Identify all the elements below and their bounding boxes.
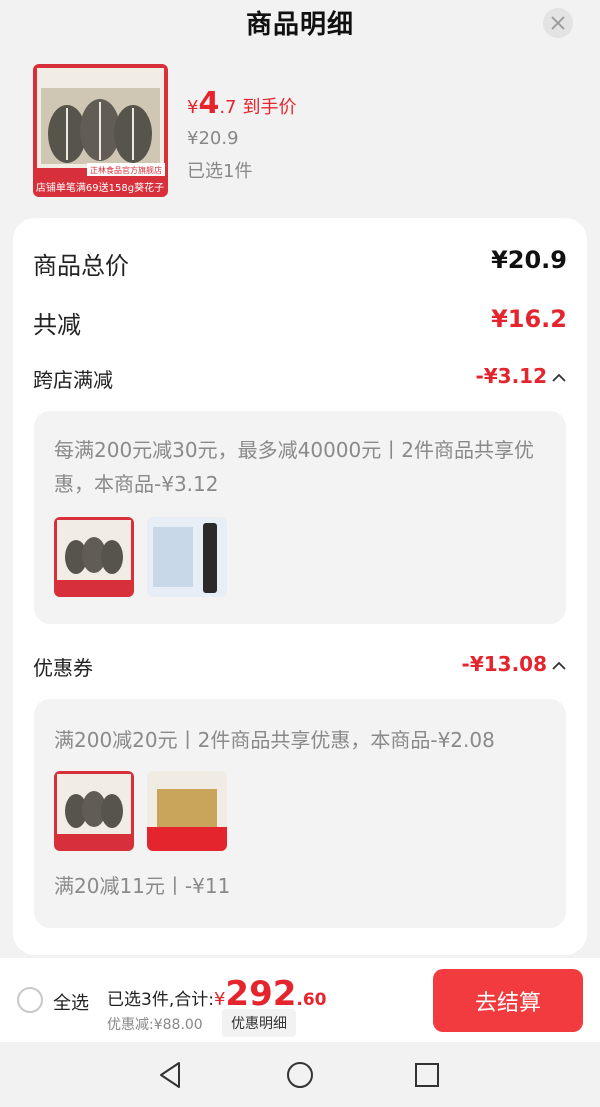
checkout-bar: 全选 已选3件,合计:¥292.60 优惠减:¥88.00 优惠明细 去结算 (0, 958, 600, 1042)
cross-store-detail: 每满200元减30元，最多减40000元丨2件商品共享优惠，本商品-¥3.12 (34, 411, 566, 624)
system-nav-bar (0, 1042, 600, 1107)
recents-icon[interactable] (410, 1058, 444, 1092)
svg-text:正林食品官方旗舰店: 正林食品官方旗舰店 (90, 165, 162, 175)
coupon-label: 优惠券 (33, 656, 93, 680)
price-detail-card: 商品总价 ¥20.9 共减 ¥16.2 跨店满减 -¥3.12 每满200元减3… (13, 218, 587, 955)
discount-detail-button[interactable]: 优惠明细 (222, 1009, 296, 1037)
close-icon (551, 16, 565, 30)
svg-text:店铺单笔满69送158g葵花子: 店铺单笔满69送158g葵花子 (36, 181, 164, 194)
total-reduce-value: ¥16.2 (491, 305, 567, 333)
total-reduce-label: 共减 (33, 311, 81, 339)
product-mini-1[interactable] (54, 771, 134, 851)
selected-total: 已选3件,合计:¥292.60 (107, 974, 327, 1014)
select-all-radio[interactable] (17, 987, 43, 1013)
home-icon[interactable] (283, 1058, 317, 1092)
product-mini-1[interactable] (54, 517, 134, 597)
total-price-value: ¥20.9 (491, 246, 567, 274)
sheet-header: 商品明细 (0, 0, 600, 50)
close-button[interactable] (543, 8, 573, 38)
coupon-value: -¥13.08 (462, 652, 567, 676)
select-all-label[interactable]: 全选 (53, 989, 89, 1015)
checkout-button[interactable]: 去结算 (433, 969, 583, 1032)
product-mini-2[interactable] (147, 517, 227, 597)
chevron-up-icon[interactable] (551, 372, 567, 384)
total-price-label: 商品总价 (33, 252, 129, 280)
original-price: ¥20.9 (187, 128, 239, 149)
coupon-desc-2: 满20减11元丨-¥11 (54, 874, 231, 898)
product-thumbnail[interactable]: 正林食品官方旗舰店 店铺单笔满69送158g葵花子 (33, 64, 168, 197)
cross-store-value: -¥3.12 (475, 364, 567, 388)
cross-store-desc: 每满200元减30元，最多减40000元丨2件商品共享优惠，本商品-¥3.12 (54, 438, 534, 496)
discount-text: 优惠减:¥88.00 (107, 1017, 203, 1033)
selected-count: 已选1件 (187, 161, 253, 182)
cross-store-label: 跨店满减 (33, 368, 113, 392)
coupon-detail: 满200减20元丨2件商品共享优惠，本商品-¥2.08 满20减11元丨-¥11 (34, 699, 566, 928)
page-title: 商品明细 (245, 10, 354, 40)
back-icon[interactable] (154, 1058, 188, 1092)
coupon-desc: 满200减20元丨2件商品共享优惠，本商品-¥2.08 (54, 728, 495, 752)
product-mini-2[interactable] (147, 771, 227, 851)
final-price: ¥4.7 到手价 (187, 86, 297, 121)
product-summary: 正林食品官方旗舰店 店铺单笔满69送158g葵花子 ¥4.7 到手价 ¥20.9 … (33, 64, 573, 199)
chevron-up-icon[interactable] (551, 660, 567, 672)
